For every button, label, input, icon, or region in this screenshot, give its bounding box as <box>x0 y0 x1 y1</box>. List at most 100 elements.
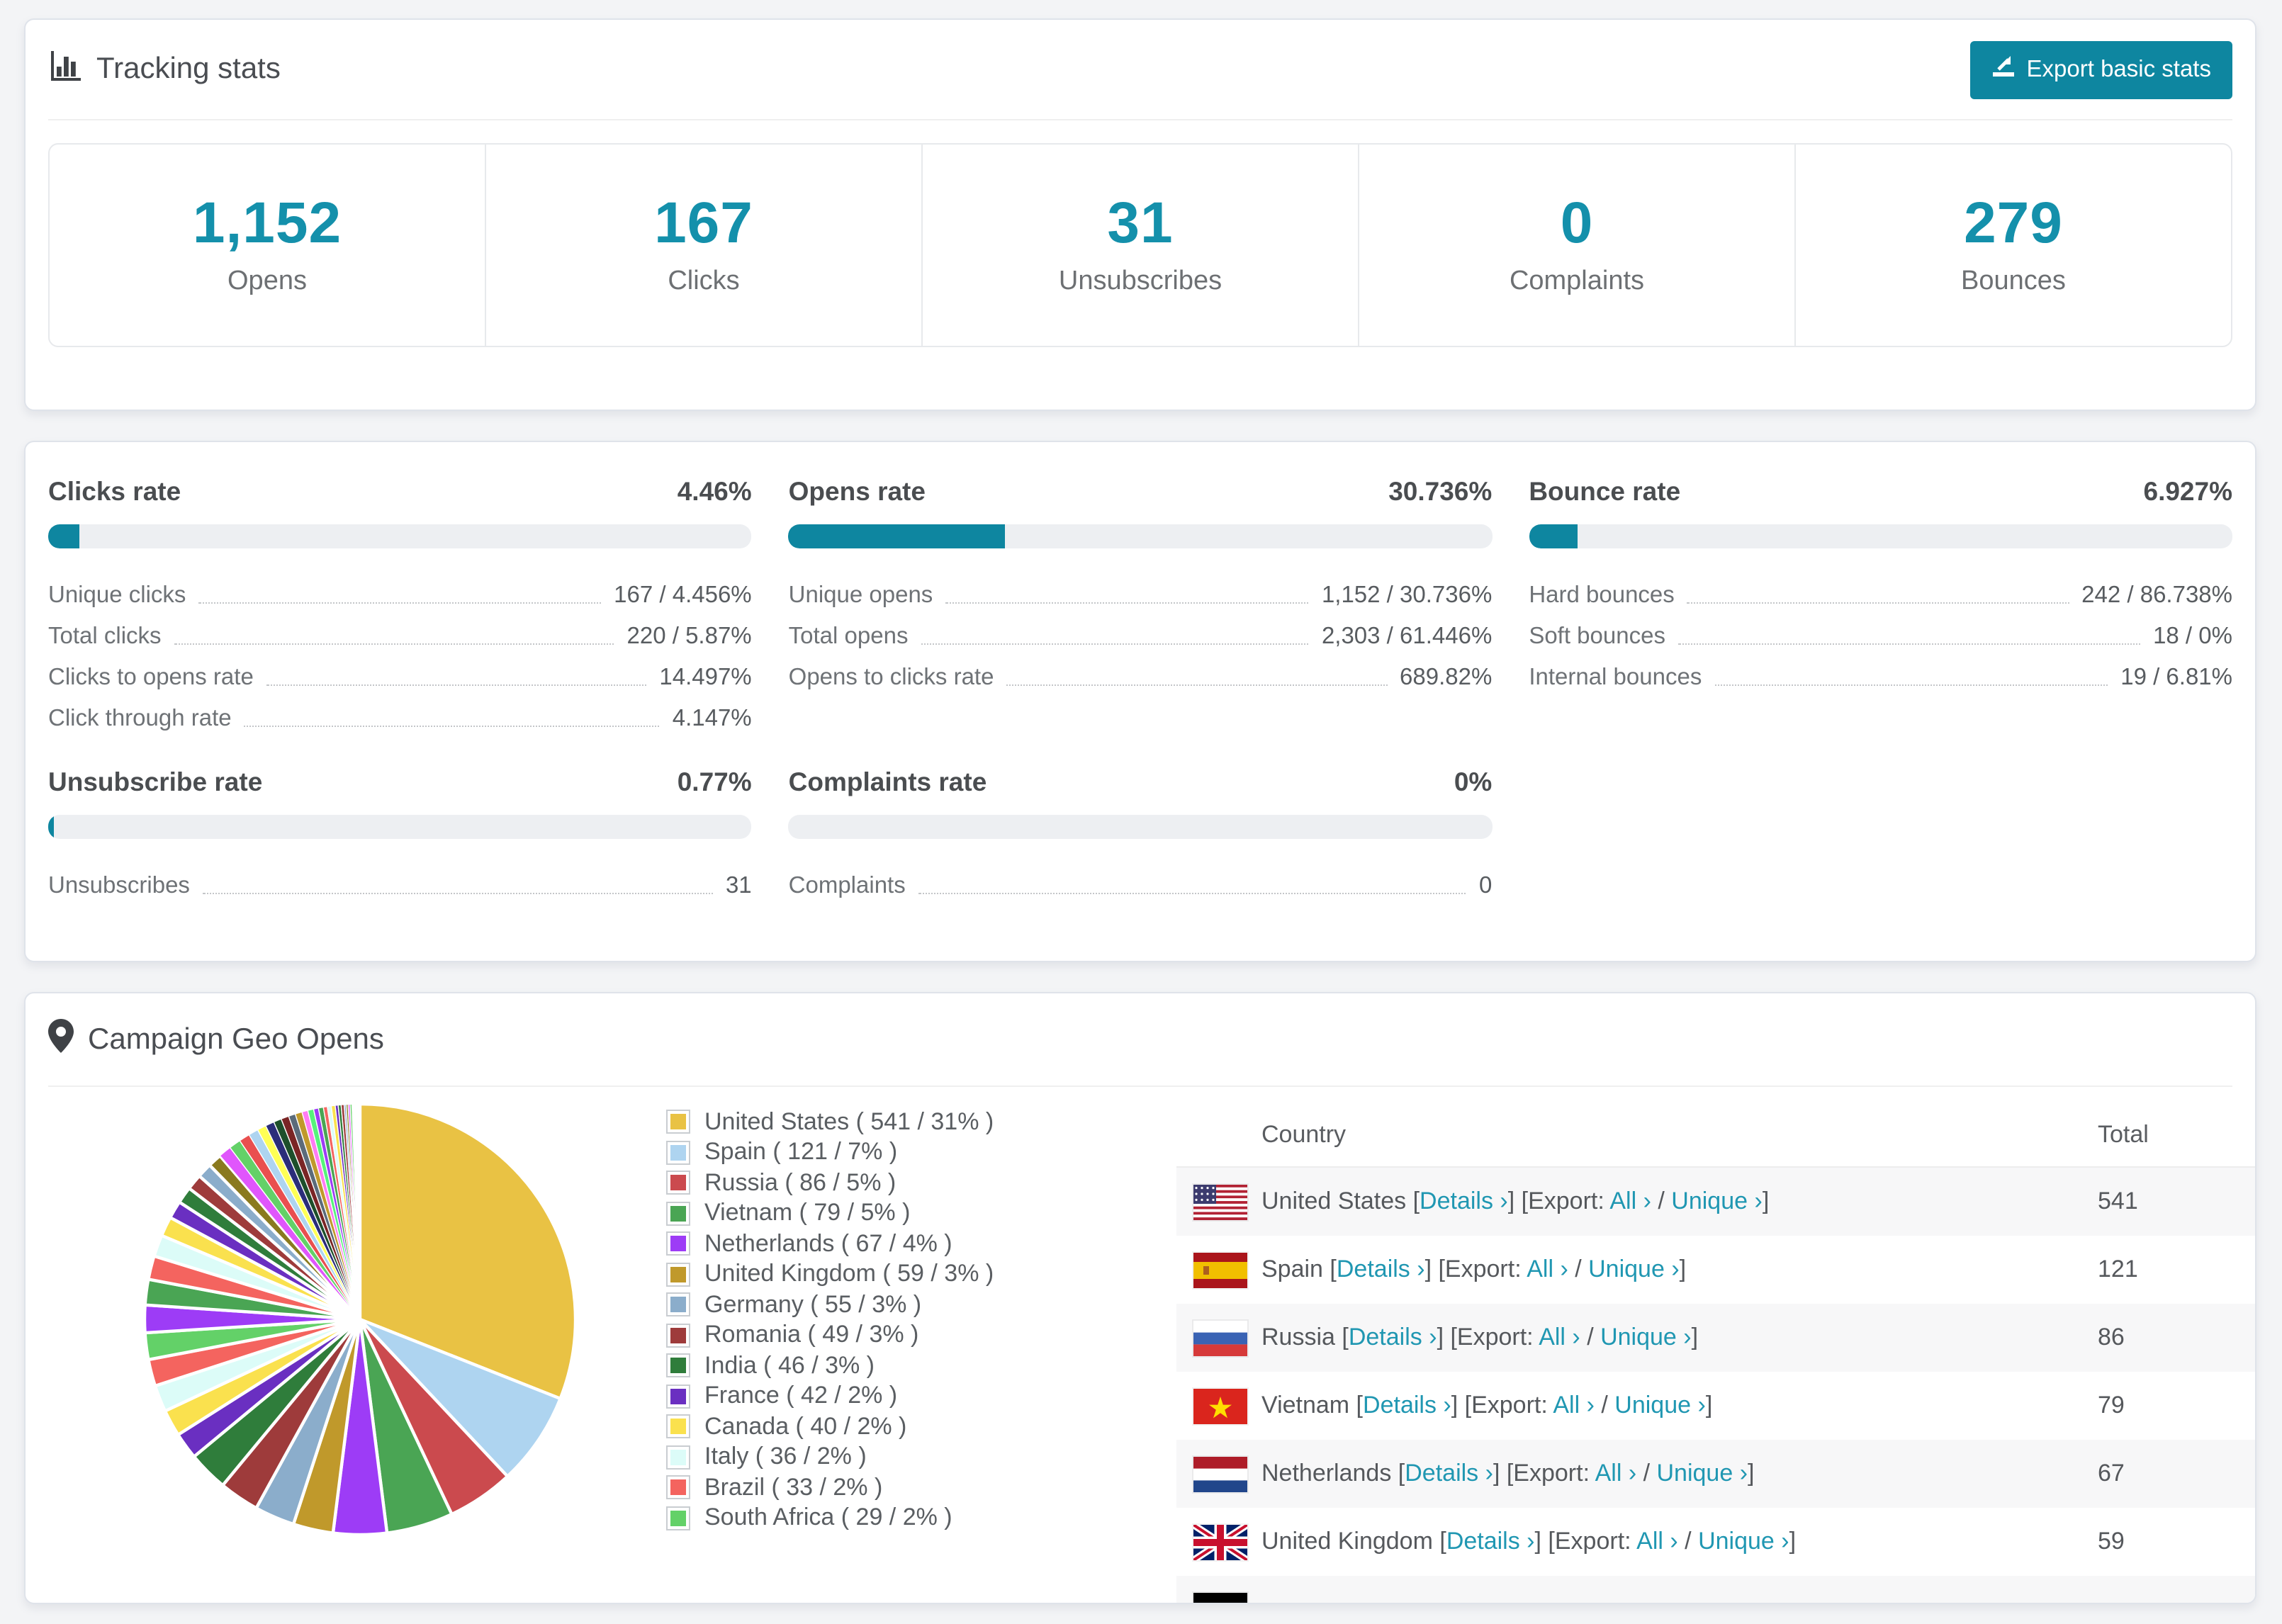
legend-label: France ( 42 / 2% ) <box>704 1382 898 1409</box>
rate-stat-label: Opens to clicks rate <box>788 665 994 690</box>
rate-stat-label: Hard bounces <box>1529 582 1675 608</box>
export-all-link[interactable]: All › <box>1539 1324 1580 1350</box>
rate-stat-row: Unique clicks 167 / 4.456% <box>48 568 752 609</box>
legend-item[interactable]: Italy ( 36 / 2% ) <box>666 1442 1091 1472</box>
stat-label: Unsubscribes <box>1058 266 1222 296</box>
geo-table-row: United Kingdom [Details ›] [Export: All … <box>1176 1508 2255 1576</box>
legend-item[interactable]: Brazil ( 33 / 2% ) <box>666 1472 1091 1503</box>
legend-item[interactable]: Netherlands ( 67 / 4% ) <box>666 1229 1091 1259</box>
geo-table-row: Russia [Details ›] [Export: All › / Uniq… <box>1176 1304 2255 1372</box>
rate-progress-fill <box>48 524 80 548</box>
legend-item[interactable]: United Kingdom ( 59 / 3% ) <box>666 1259 1091 1290</box>
export-button-label: Export basic stats <box>2026 56 2211 81</box>
details-link[interactable]: Details › <box>1349 1324 1437 1350</box>
rate-stat-label: Total opens <box>788 624 909 649</box>
geo-table-row: United States [Details ›] [Export: All ›… <box>1176 1168 2255 1236</box>
rate-rows: Unsubscribes 31 <box>48 859 752 900</box>
geo-pie-chart[interactable] <box>133 1093 587 1546</box>
legend-item[interactable]: United States ( 541 / 31% ) <box>666 1107 1091 1137</box>
dotted-leader <box>202 893 713 894</box>
rate-stat-row: Click through rate 4.147% <box>48 692 752 733</box>
export-unique-link[interactable]: Unique › <box>1671 1188 1763 1214</box>
geo-header: Campaign Geo Opens <box>26 993 2255 1086</box>
rate-stat-value: 2,303 / 61.446% <box>1321 624 1493 649</box>
rate-value: 30.736% <box>1388 476 1493 506</box>
rate-stat-row: Hard bounces 242 / 86.738% <box>1529 568 2232 609</box>
details-link[interactable]: Details › <box>1446 1528 1535 1555</box>
legend-label: Italy ( 36 / 2% ) <box>704 1443 867 1470</box>
export-unique-link[interactable]: Unique › <box>1657 1460 1748 1487</box>
details-link[interactable]: Details › <box>1337 1256 1425 1282</box>
es-flag <box>1193 1252 1247 1287</box>
geo-table: Country Total United States [Details ›] … <box>1176 1087 2255 1603</box>
stat-value: 31 <box>1107 190 1174 255</box>
legend-label: South Africa ( 29 / 2% ) <box>704 1504 952 1531</box>
dotted-leader <box>1677 643 2141 645</box>
rate-stat-value: 0 <box>1478 873 1493 898</box>
stats-summary-row: 1,152 Opens 167 Clicks 31 Unsubscribes 0… <box>48 143 2232 347</box>
rate-stat-label: Click through rate <box>48 706 232 731</box>
geo-table-row: Spain [Details ›] [Export: All › / Uniqu… <box>1176 1236 2255 1304</box>
legend-label: United States ( 541 / 31% ) <box>704 1107 994 1135</box>
export-unique-link[interactable]: Unique › <box>1588 1256 1680 1282</box>
export-unique-link[interactable]: Unique › <box>1698 1528 1789 1555</box>
stat-box: 167 Clicks <box>486 145 923 346</box>
legend-item[interactable]: Romania ( 49 / 3% ) <box>666 1320 1091 1350</box>
rate-progress-bar <box>1529 524 2232 548</box>
export-basic-stats-button[interactable]: Export basic stats <box>1969 40 2232 98</box>
legend-item[interactable]: France ( 42 / 2% ) <box>666 1381 1091 1411</box>
export-all-link[interactable]: All › <box>1553 1392 1595 1419</box>
rate-stat-row: Opens to clicks rate 689.82% <box>789 650 1493 692</box>
rate-stat-value: 14.497% <box>659 665 752 690</box>
dotted-leader <box>945 602 1309 604</box>
rate-stat-value: 242 / 86.738% <box>2081 582 2232 608</box>
legend-label: India ( 46 / 3% ) <box>704 1351 875 1379</box>
campaign-geo-opens-card: Campaign Geo Opens United States ( 541 /… <box>24 992 2256 1604</box>
legend-swatch <box>666 1353 690 1378</box>
country-cell: Netherlands [Details ›] [Export: All › /… <box>1261 1460 1755 1487</box>
rate-stat-row: Complaints 0 <box>789 859 1493 900</box>
tracking-stats-header: Tracking stats Export basic stats <box>26 20 2255 119</box>
rate-stat-label: Unique clicks <box>48 582 186 608</box>
rate-stat-row: Total opens 2,303 / 61.446% <box>789 609 1493 650</box>
rate-progress-bar <box>788 815 1493 839</box>
rate-value: 0.77% <box>677 767 752 796</box>
rates-card: Clicks rate 4.46% Unique clicks 167 / 4.… <box>24 441 2256 962</box>
rate-stat-value: 19 / 6.81% <box>2120 665 2232 690</box>
export-unique-link[interactable]: Unique › <box>1600 1324 1692 1350</box>
legend-item[interactable]: Vietnam ( 79 / 5% ) <box>666 1198 1091 1229</box>
country-cell: United States [Details ›] [Export: All ›… <box>1261 1188 1770 1214</box>
map-marker-icon <box>48 1018 74 1061</box>
legend-swatch <box>666 1262 690 1287</box>
legend-item[interactable]: Germany ( 55 / 3% ) <box>666 1290 1091 1320</box>
dotted-leader <box>174 643 614 645</box>
geo-table-row-partial <box>1176 1576 2255 1603</box>
legend-item[interactable]: India ( 46 / 3% ) <box>666 1350 1091 1381</box>
dotted-leader <box>1714 684 2108 686</box>
export-all-link[interactable]: All › <box>1595 1460 1637 1487</box>
total-cell: 121 <box>2098 1256 2138 1282</box>
legend-item[interactable]: Spain ( 121 / 7% ) <box>666 1137 1091 1168</box>
rate-stat-value: 18 / 0% <box>2153 624 2232 649</box>
rate-progress-bar <box>48 815 752 839</box>
export-all-link[interactable]: All › <box>1636 1528 1678 1555</box>
export-all-link[interactable]: All › <box>1527 1256 1568 1282</box>
total-cell: 79 <box>2098 1392 2125 1419</box>
legend-item[interactable]: Russia ( 86 / 5% ) <box>666 1168 1091 1198</box>
country-column-header: Country <box>1261 1121 1347 1148</box>
rate-rows: Hard bounces 242 / 86.738% Soft bounces … <box>1529 568 2232 692</box>
details-link[interactable]: Details › <box>1405 1460 1493 1487</box>
country-cell: United Kingdom [Details ›] [Export: All … <box>1261 1528 1797 1555</box>
rate-title: Unsubscribe rate <box>48 767 263 796</box>
stat-value: 0 <box>1560 190 1594 255</box>
rate-stat-row: Unique opens 1,152 / 30.736% <box>789 568 1493 609</box>
export-all-link[interactable]: All › <box>1609 1188 1651 1214</box>
rate-value: 6.927% <box>2143 476 2233 506</box>
legend-item[interactable]: Canada ( 40 / 2% ) <box>666 1411 1091 1442</box>
rate-block: Complaints rate 0% Complaints 0 <box>788 767 1493 900</box>
details-link[interactable]: Details › <box>1420 1188 1508 1214</box>
export-unique-link[interactable]: Unique › <box>1614 1392 1706 1419</box>
legend-item[interactable]: South Africa ( 29 / 2% ) <box>666 1503 1091 1533</box>
details-link[interactable]: Details › <box>1363 1392 1451 1419</box>
total-cell: 541 <box>2098 1188 2138 1214</box>
